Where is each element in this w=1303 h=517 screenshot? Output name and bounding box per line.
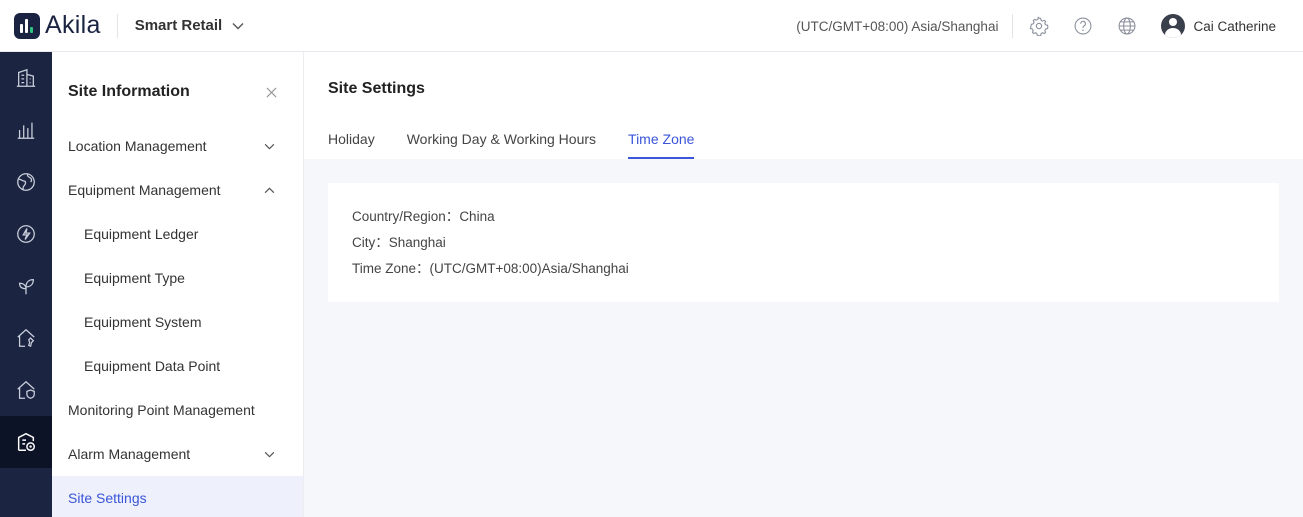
settings-button[interactable]	[1017, 0, 1061, 52]
rail-item-site-settings[interactable]	[0, 416, 52, 468]
globe-icon	[1118, 17, 1136, 35]
gear-icon	[1030, 16, 1049, 36]
akila-logo[interactable]: Akila	[14, 0, 101, 52]
sidebar-item-label: Monitoring Point Management	[68, 402, 255, 418]
logo-text: Akila	[45, 11, 101, 39]
sidebar-title: Site Information	[68, 83, 190, 100]
sidebar-item-label: Equipment Management	[68, 182, 221, 198]
top-header: Akila Smart Retail (UTC/GMT+08:00) Asia/…	[0, 0, 1303, 52]
globe-leaf-icon	[17, 173, 35, 191]
sidebar-item-label: Alarm Management	[68, 446, 191, 462]
rail-item-environment[interactable]	[0, 156, 52, 208]
tab-time-zone[interactable]: Time Zone	[628, 112, 695, 159]
avatar	[1161, 14, 1186, 38]
house-shield-icon	[17, 380, 35, 399]
house-wrench-icon	[17, 328, 35, 348]
help-icon	[1074, 17, 1092, 35]
header-timezone: (UTC/GMT+08:00) Asia/Shanghai	[796, 18, 999, 34]
chevron-up-icon	[264, 186, 275, 193]
time-zone-card: Country/Region：China City：Shanghai Time …	[328, 183, 1279, 302]
page-title: Site Settings	[328, 80, 425, 97]
site-info-sidebar: Site Information Location Management Equ…	[52, 52, 304, 517]
field-value: China	[459, 209, 495, 224]
sidebar-item-label: Site Settings	[68, 490, 147, 506]
leaf-icon	[18, 278, 34, 295]
sidebar-item-equipment-system[interactable]: Equipment System	[52, 300, 303, 344]
logo-mark-icon	[14, 12, 40, 39]
energy-icon	[17, 225, 35, 243]
field-label: City：	[352, 235, 389, 250]
time-zone-field: Time Zone：(UTC/GMT+08:00)Asia/Shanghai	[352, 260, 1255, 286]
rail-item-energy[interactable]	[0, 208, 52, 260]
user-name: Cai Catherine	[1193, 18, 1276, 34]
sidebar-item-alarm-management[interactable]: Alarm Management	[52, 432, 303, 476]
close-sidebar-button[interactable]	[264, 85, 278, 99]
sidebar-item-monitoring-point-management[interactable]: Monitoring Point Management	[52, 388, 303, 432]
rail-item-buildings[interactable]	[0, 52, 52, 104]
chevron-down-icon	[232, 22, 244, 29]
close-icon	[265, 86, 277, 98]
sidebar-item-label: Location Management	[68, 138, 207, 154]
sidebar-item-site-settings[interactable]: Site Settings	[52, 476, 303, 517]
app-switcher[interactable]: Smart Retail	[135, 17, 245, 34]
tab-working-day-hours[interactable]: Working Day & Working Hours	[407, 112, 596, 159]
icon-rail	[0, 52, 52, 517]
rail-item-security[interactable]	[0, 364, 52, 416]
field-label: Country/Region：	[352, 209, 460, 224]
header-divider	[116, 13, 118, 38]
user-menu[interactable]: Cai Catherine	[1161, 14, 1276, 38]
language-button[interactable]	[1105, 0, 1149, 52]
settings-tabs: Holiday Working Day & Working Hours Time…	[328, 112, 1279, 159]
sidebar-item-label: Equipment Type	[84, 270, 185, 286]
tab-holiday[interactable]: Holiday	[328, 112, 375, 159]
field-label: Time Zone：	[352, 261, 430, 276]
sidebar-item-equipment-type[interactable]: Equipment Type	[52, 256, 303, 300]
building-icon	[16, 68, 36, 87]
sidebar-item-label: Equipment Data Point	[84, 358, 221, 374]
app-name: Smart Retail	[134, 17, 223, 34]
sidebar-item-equipment-ledger[interactable]: Equipment Ledger	[52, 212, 303, 256]
sidebar-item-equipment-management[interactable]: Equipment Management	[52, 168, 303, 212]
chevron-down-icon	[264, 451, 275, 458]
rail-item-analytics[interactable]	[0, 104, 52, 156]
sidebar-item-label: Equipment Ledger	[84, 226, 199, 242]
rail-item-sustainability[interactable]	[0, 260, 52, 312]
site-settings-icon	[17, 432, 35, 451]
city-field: City：Shanghai	[352, 234, 1255, 260]
bar-chart-icon	[17, 122, 35, 139]
sidebar-item-label: Equipment System	[84, 314, 202, 330]
header-divider	[1012, 14, 1014, 38]
help-button[interactable]	[1061, 0, 1105, 52]
field-value: Shanghai	[388, 235, 446, 250]
sidebar-item-location-management[interactable]: Location Management	[52, 124, 303, 168]
rail-item-maintenance[interactable]	[0, 312, 52, 364]
main-content: Site Settings Holiday Working Day & Work…	[304, 52, 1303, 517]
chevron-down-icon	[264, 143, 275, 150]
country-region-field: Country/Region：China	[352, 208, 1255, 234]
sidebar-item-equipment-data-point[interactable]: Equipment Data Point	[52, 344, 303, 388]
field-value: (UTC/GMT+08:00)Asia/Shanghai	[429, 261, 629, 276]
